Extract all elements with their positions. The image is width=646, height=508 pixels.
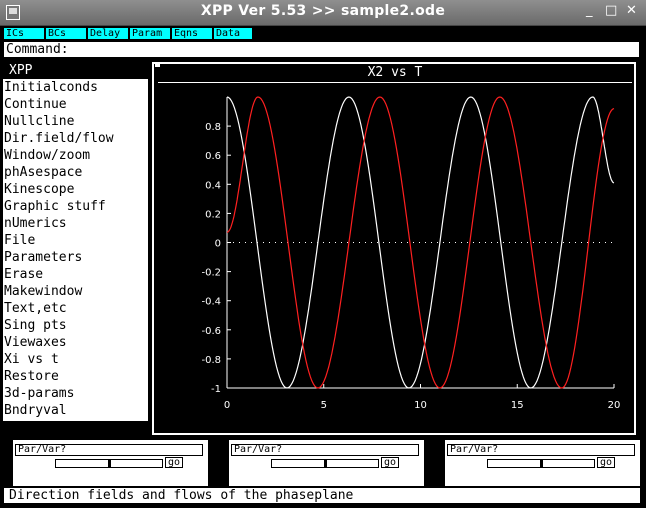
slider-panel-3: Par/Var? go bbox=[445, 440, 640, 486]
slider-2-thumb[interactable] bbox=[324, 459, 327, 468]
series-line-1 bbox=[226, 96, 615, 389]
slider-1-go-button[interactable]: go bbox=[165, 457, 183, 468]
x-tick-label: 15 bbox=[511, 400, 524, 411]
y-tick-label: -0.8 bbox=[201, 355, 221, 366]
slider-panel-2: Par/Var? go bbox=[229, 440, 424, 486]
x-tick-label: 0 bbox=[224, 400, 230, 411]
y-tick-label: 0.6 bbox=[205, 151, 221, 162]
slider-2-par-var-field[interactable]: Par/Var? bbox=[231, 444, 419, 456]
slider-3-par-var-field[interactable]: Par/Var? bbox=[447, 444, 635, 456]
y-tick-label: -0.6 bbox=[201, 326, 221, 337]
plot-area: 0.80.60.40.20-0.2-0.4-0.6-0.8-10 5 10 15 20 bbox=[201, 96, 621, 411]
x-tick-label: 10 bbox=[414, 400, 427, 411]
slider-3-track[interactable] bbox=[487, 459, 595, 468]
slider-1-par-var-field[interactable]: Par/Var? bbox=[15, 444, 203, 456]
slider-2-go-button[interactable]: go bbox=[381, 457, 399, 468]
x-tick-label: 20 bbox=[608, 400, 621, 411]
slider-3-thumb[interactable] bbox=[540, 459, 543, 468]
y-tick-label: 0 bbox=[215, 239, 221, 250]
slider-1-thumb[interactable] bbox=[108, 459, 111, 468]
series-line-2 bbox=[226, 96, 615, 389]
slider-2-track[interactable] bbox=[271, 459, 379, 468]
y-tick-label: 0.8 bbox=[205, 122, 221, 133]
y-tick-label: -0.4 bbox=[201, 297, 221, 308]
y-tick-label: -1 bbox=[211, 384, 221, 395]
slider-1-track[interactable] bbox=[55, 459, 163, 468]
slider-3-go-button[interactable]: go bbox=[597, 457, 615, 468]
y-tick-label: 0.2 bbox=[205, 209, 221, 220]
y-tick-label: 0.4 bbox=[205, 180, 221, 191]
y-tick-label: -0.2 bbox=[201, 268, 221, 279]
status-bar: Direction fields and flows of the phasep… bbox=[3, 487, 641, 504]
x-tick-label: 5 bbox=[321, 400, 327, 411]
slider-panel-1: Par/Var? go bbox=[13, 440, 208, 486]
